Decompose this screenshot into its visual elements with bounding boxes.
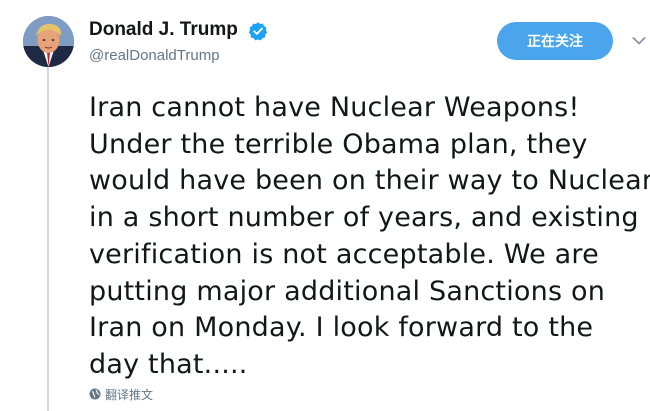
tweet-line: Iran cannot have Nuclear Weapons! (89, 92, 580, 123)
tweet-line: Under the terrible Obama plan, they (89, 128, 588, 160)
thread-line (47, 62, 49, 411)
tweet-text: Iran cannot have Nuclear Weapons! Under … (89, 90, 650, 384)
following-button[interactable]: 正在关注 (497, 22, 613, 60)
translate-tweet-link[interactable]: 翻译推文 (89, 386, 153, 402)
tweet-line: verification is not acceptable. We are (89, 238, 599, 270)
globe-icon (89, 388, 101, 400)
verified-badge-icon (248, 22, 268, 41)
profile-photo-icon (23, 16, 74, 67)
user-handle[interactable]: @realDonaldTrump (89, 47, 220, 64)
tweet-card: Donald J. Trump @realDonaldTrump 正在关注 Ir… (0, 0, 650, 411)
tweet-line: day that..... (89, 348, 248, 380)
display-name[interactable]: Donald J. Trump (89, 19, 238, 41)
chevron-down-icon[interactable] (632, 36, 646, 46)
tweet-line: in a short number of years, and existing (89, 202, 639, 234)
tweet-line: putting major additional Sanctions on (89, 275, 606, 307)
avatar[interactable] (23, 16, 74, 67)
tweet-line: would have been on their way to Nuclear (89, 165, 650, 197)
tweet-line: Iran on Monday. I look forward to the (89, 312, 594, 344)
translate-label: 翻译推文 (105, 387, 154, 402)
